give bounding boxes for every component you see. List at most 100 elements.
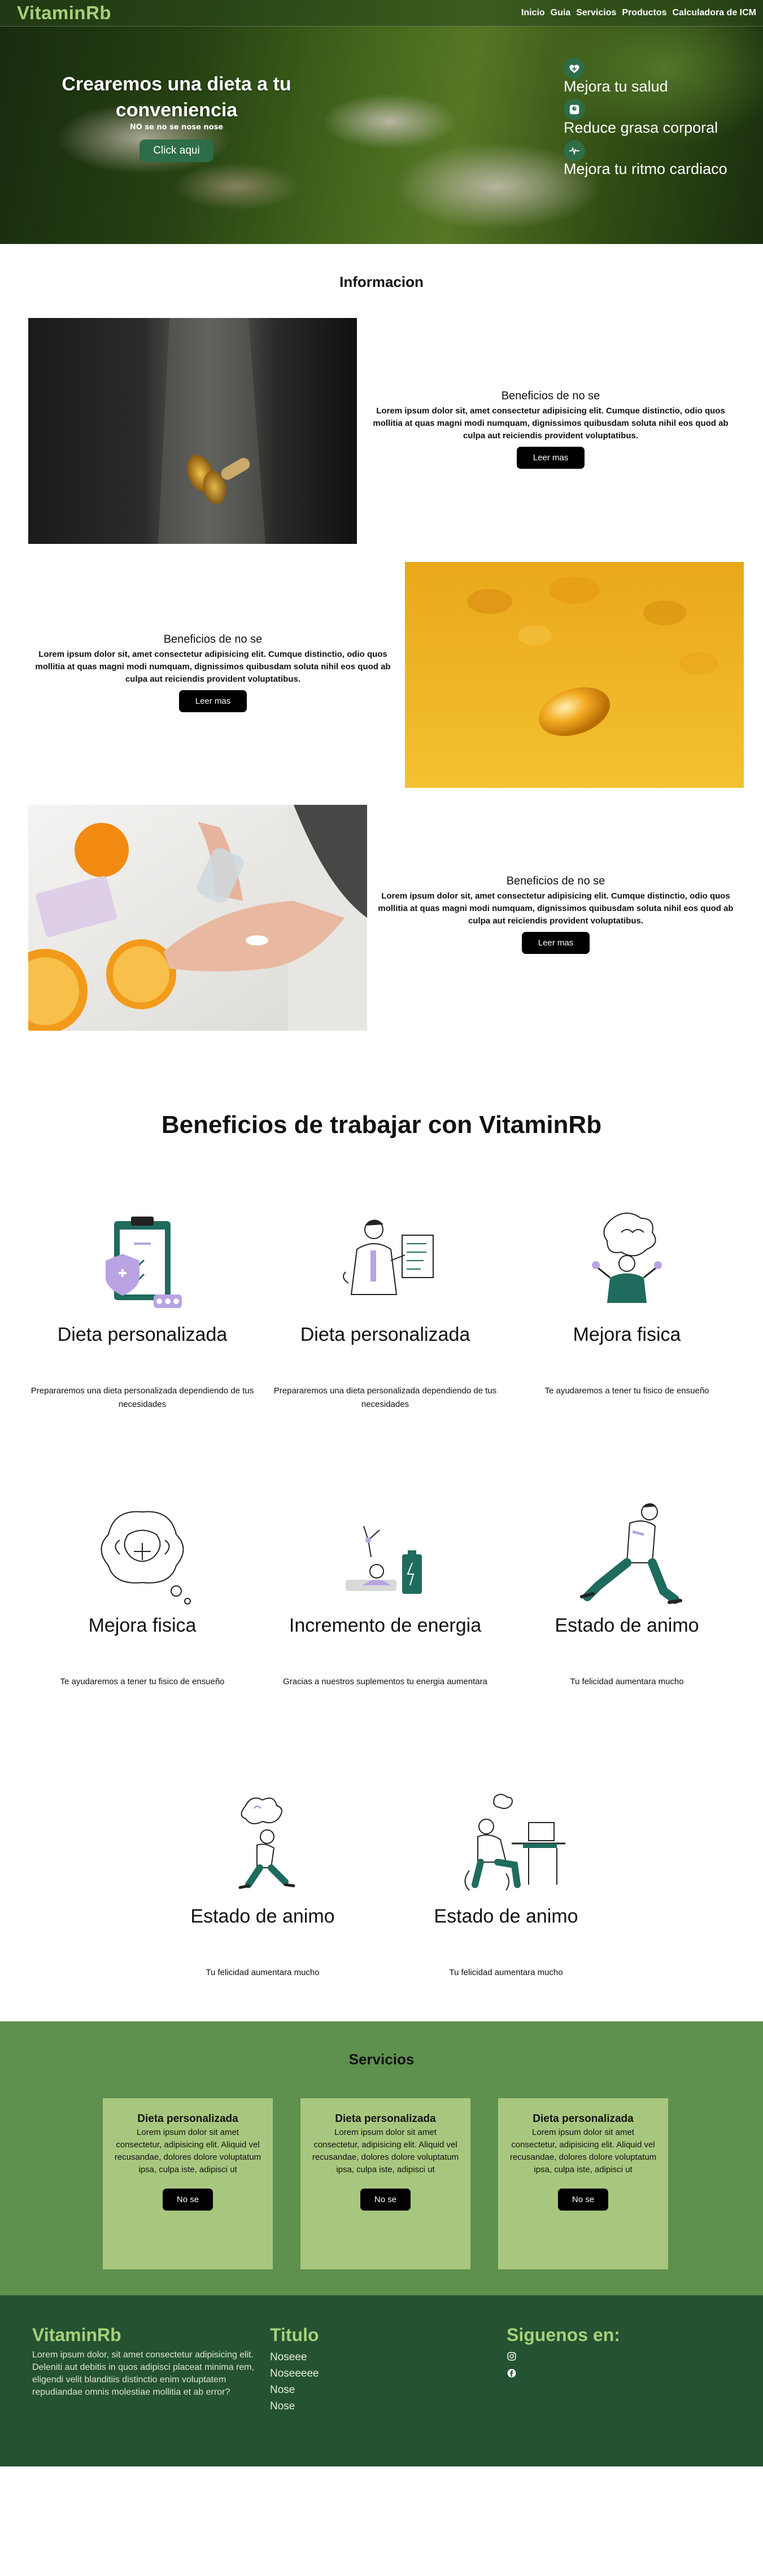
- read-more-button[interactable]: Leer mas: [521, 932, 590, 954]
- heartbeat-icon: [564, 140, 585, 162]
- benefit-text: Te ayudaremos a tener tu fisico de ensue…: [60, 1677, 225, 1686]
- service-button[interactable]: No se: [557, 2189, 609, 2211]
- benefit-title: Dieta personalizada: [300, 1324, 470, 1345]
- energy-battery-illustration: [323, 1501, 447, 1608]
- benefit-text: Gracias a nuestros suplementos tu energi…: [283, 1677, 487, 1686]
- read-more-button[interactable]: Leer mas: [516, 447, 585, 469]
- benefits-grid: Dieta personalizada Prepararemos una die…: [0, 1139, 763, 2021]
- hero-title: Crearemos una dieta a tu conveniencia: [62, 73, 291, 121]
- benefit-text: Tu felicidad aumentara mucho: [449, 1968, 563, 1977]
- feature-heart-rate: Mejora tu ritmo cardiaco: [564, 140, 727, 178]
- footer-link[interactable]: Nose: [270, 2398, 417, 2414]
- nav-links: Inicio Guia Servicios Productos Calculad…: [521, 8, 756, 18]
- info-heading: Beneficios de no se: [506, 875, 605, 887]
- info-body: Lorem ipsum dolor sit, amet consectetur …: [373, 406, 729, 441]
- service-title: Dieta personalizada: [335, 2113, 436, 2125]
- benefit-title: Dieta personalizada: [57, 1324, 228, 1345]
- hero-text: Crearemos una dieta a tu conveniencia NO…: [54, 71, 299, 162]
- footer-about-text: Lorem ipsum dolor, sit amet consectetur …: [32, 2350, 255, 2397]
- info-title: Informacion: [339, 273, 424, 290]
- benefit-card: Estado de animo Tu felicidad aumentara m…: [508, 1501, 745, 1689]
- benefit-title: Mejora fisica: [573, 1324, 681, 1345]
- footer-link-list: Noseee Noseeeee Nose Nose: [270, 2349, 417, 2414]
- service-body: Lorem ipsum dolor sit amet consectetur, …: [509, 2128, 657, 2174]
- footer-links: Titulo Noseee Noseeeee Nose Nose: [270, 2325, 417, 2414]
- scale-icon: [564, 99, 585, 120]
- nav-link-guia[interactable]: Guia: [551, 8, 571, 18]
- feature-label: Mejora tu salud: [564, 78, 668, 95]
- info-heading: Beneficios de no se: [501, 390, 600, 402]
- running-thought-illustration: [200, 1792, 325, 1899]
- info-section: Informacion Beneficios de no se Lorem ip…: [0, 273, 763, 1031]
- service-button[interactable]: No se: [162, 2189, 213, 2211]
- benefits-section: Beneficios de trabajar con VitaminRb Die…: [0, 1111, 763, 2021]
- service-title: Dieta personalizada: [533, 2113, 634, 2125]
- info-text-3: Beneficios de no se Lorem ipsum dolor si…: [371, 875, 740, 954]
- footer-brand[interactable]: VitaminRb: [32, 2325, 269, 2346]
- navbar: VitaminRb Inicio Guia Servicios Producto…: [0, 0, 763, 27]
- service-card: Dieta personalizada Lorem ipsum dolor si…: [498, 2098, 668, 2269]
- info-text-2: Beneficios de no se Lorem ipsum dolor si…: [28, 633, 398, 712]
- hero-subtitle: NO se no se nose nose: [129, 123, 224, 132]
- fitness-thought-illustration: [565, 1210, 689, 1317]
- nav-link-productos[interactable]: Productos: [622, 8, 666, 18]
- heart-icon: [564, 58, 585, 79]
- benefit-title: Estado de animo: [434, 1906, 578, 1927]
- service-card: Dieta personalizada Lorem ipsum dolor si…: [300, 2098, 470, 2269]
- info-row-2: Beneficios de no se Lorem ipsum dolor si…: [0, 562, 763, 788]
- benefit-card: Estado de animo Tu felicidad aumentara m…: [144, 1792, 381, 1980]
- clipboard-health-illustration: [80, 1210, 204, 1317]
- facebook-icon[interactable]: [507, 2368, 687, 2381]
- nav-link-servicios[interactable]: Servicios: [576, 8, 616, 18]
- benefit-card: Dieta personalizada Prepararemos una die…: [24, 1210, 261, 1411]
- footer-link[interactable]: Noseeeee: [270, 2365, 417, 2382]
- service-card: Dieta personalizada Lorem ipsum dolor si…: [103, 2098, 273, 2269]
- footer-social-title: Siguenos en:: [507, 2325, 620, 2345]
- omega-capsules-photo: [405, 562, 744, 788]
- info-row-3: Beneficios de no se Lorem ipsum dolor si…: [0, 805, 763, 1031]
- walking-person-illustration: [565, 1501, 689, 1608]
- info-body: Lorem ipsum dolor sit, amet consectetur …: [35, 650, 391, 684]
- muscle-cloud-illustration: [80, 1501, 204, 1608]
- footer-social: Siguenos en:: [507, 2325, 687, 2381]
- benefit-title: Mejora fisica: [88, 1615, 197, 1636]
- info-heading: Beneficios de no se: [163, 633, 263, 646]
- doctor-clipboard-illustration: [323, 1210, 447, 1317]
- benefit-card: Mejora fisica Te ayudaremos a tener tu f…: [24, 1501, 261, 1689]
- feature-fat: Reduce grasa corporal: [564, 99, 727, 137]
- benefit-text: Te ayudaremos a tener tu fisico de ensue…: [544, 1386, 709, 1396]
- service-body: Lorem ipsum dolor sit amet consectetur, …: [312, 2128, 459, 2174]
- footer-about: VitaminRb Lorem ipsum dolor, sit amet co…: [32, 2325, 269, 2399]
- benefit-title: Incremento de energia: [289, 1615, 482, 1636]
- benefit-title: Estado de animo: [190, 1906, 335, 1927]
- info-row-1: Beneficios de no se Lorem ipsum dolor si…: [0, 318, 763, 544]
- hero-cta-button[interactable]: Click aqui: [139, 140, 213, 162]
- instagram-icon[interactable]: [507, 2351, 687, 2364]
- feature-label: Mejora tu ritmo cardiaco: [564, 160, 727, 177]
- benefit-text: Tu felicidad aumentara mucho: [570, 1677, 684, 1686]
- nav-link-calculadora[interactable]: Calculadora de ICM: [673, 8, 756, 18]
- benefit-text: Prepararemos una dieta personalizada dep…: [30, 1386, 254, 1409]
- benefit-title: Estado de animo: [555, 1615, 699, 1636]
- services-section: Servicios Dieta personalizada Lorem ipsu…: [0, 2021, 763, 2295]
- pills-hand-photo: [28, 805, 367, 1031]
- capsules-photo: [28, 318, 357, 544]
- info-body: Lorem ipsum dolor sit, amet consectetur …: [378, 891, 734, 926]
- benefit-card: Incremento de energia Gracias a nuestros…: [267, 1501, 504, 1689]
- footer-link[interactable]: Nose: [270, 2382, 417, 2398]
- footer-link[interactable]: Noseee: [270, 2349, 417, 2365]
- benefit-text: Tu felicidad aumentara mucho: [206, 1968, 320, 1977]
- benefit-card: Mejora fisica Te ayudaremos a tener tu f…: [508, 1210, 745, 1398]
- brand-logo[interactable]: VitaminRb: [17, 2, 111, 24]
- service-button[interactable]: No se: [360, 2189, 411, 2211]
- read-more-button[interactable]: Leer mas: [178, 690, 247, 712]
- footer: VitaminRb Lorem ipsum dolor, sit amet co…: [0, 2295, 763, 2466]
- hero-features: Mejora tu salud Reduce grasa corporal Me…: [564, 58, 727, 181]
- feature-label: Reduce grasa corporal: [564, 119, 718, 136]
- benefit-card: Dieta personalizada Prepararemos una die…: [267, 1210, 504, 1411]
- desk-work-illustration: [444, 1792, 568, 1899]
- nav-link-inicio[interactable]: Inicio: [521, 8, 545, 18]
- hero-section: VitaminRb Inicio Guia Servicios Producto…: [0, 0, 763, 244]
- benefits-title: Beneficios de trabajar con VitaminRb: [161, 1111, 602, 1139]
- info-text-1: Beneficios de no se Lorem ipsum dolor si…: [366, 390, 735, 469]
